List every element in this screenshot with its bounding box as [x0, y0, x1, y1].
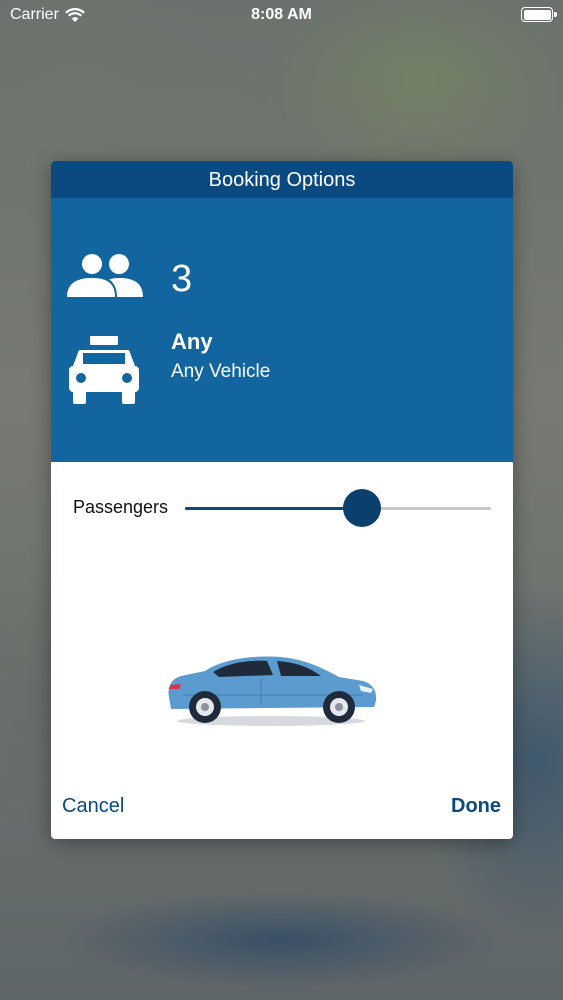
vehicle-type-title: Any: [171, 329, 213, 354]
cancel-button[interactable]: Cancel: [62, 795, 124, 818]
status-bar: Carrier 8:08 AM: [0, 0, 563, 30]
car-icon: [168, 656, 377, 726]
booking-summary: 3 Any Any Vehicle: [51, 198, 513, 462]
passenger-count: 3: [171, 258, 193, 300]
passenger-slider-row: Passengers: [51, 462, 513, 552]
battery-icon: [521, 7, 557, 22]
passenger-summary: [67, 253, 145, 299]
taxi-icon: [69, 336, 139, 404]
dialog-title: Booking Options: [51, 161, 513, 198]
booking-options-dialog: Booking Options 3 Any Any Vehicle Passen…: [51, 161, 513, 839]
slider-fill: [185, 507, 363, 510]
passenger-slider[interactable]: [185, 489, 491, 527]
slider-thumb[interactable]: [343, 489, 382, 527]
done-button[interactable]: Done: [451, 795, 501, 818]
status-time: 8:08 AM: [251, 6, 312, 23]
people-icon: [67, 254, 143, 297]
slider-label: Passengers: [73, 497, 169, 517]
vehicle-type-subtitle: Any Vehicle: [171, 361, 271, 382]
